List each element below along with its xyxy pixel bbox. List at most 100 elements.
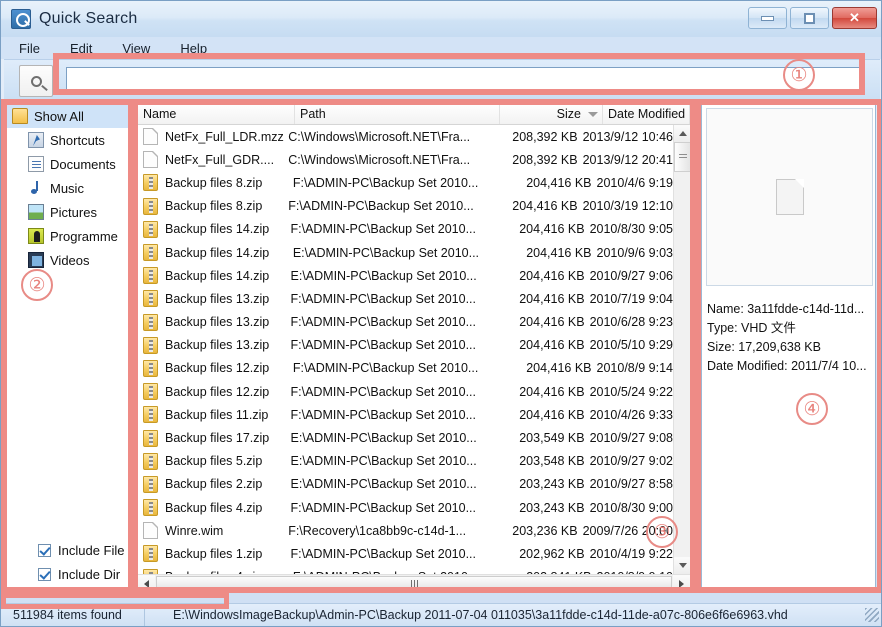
table-row[interactable]: Backup files 4.zip F:\ADMIN-PC\Backup Set… — [138, 496, 673, 519]
cell-name-text: Backup files 5.zip — [165, 454, 262, 468]
scroll-up-button[interactable] — [674, 125, 691, 142]
preview-size: Size: 17,209,638 KB — [707, 338, 877, 357]
horizontal-scroll-track[interactable] — [155, 575, 673, 592]
table-row[interactable]: Backup files 13.zipF:\ADMIN-PC\Backup Se… — [138, 287, 673, 310]
cell-name-text: Backup files 13.zip — [165, 338, 269, 352]
column-header-path[interactable]: Path — [295, 104, 500, 124]
minimize-button[interactable] — [748, 7, 787, 29]
column-header-size-label: Size — [557, 107, 581, 121]
cell-path: E:\ADMIN-PC\Backup Set 2010... — [291, 477, 490, 491]
table-row[interactable]: Backup files 13.zipF:\ADMIN-PC\Backup Se… — [138, 334, 673, 357]
cell-name: NetFx_Full_LDR.mzz — [138, 128, 288, 145]
cell-size: 204,416 KB — [489, 408, 589, 422]
cell-size: 204,416 KB — [489, 269, 589, 283]
table-row[interactable]: Backup files 8.zipF:\ADMIN-PC\Backup Set… — [138, 195, 673, 218]
cell-size: 204,416 KB — [489, 315, 589, 329]
document-icon — [28, 156, 44, 172]
sidebar-item-show-all[interactable]: Show All — [6, 104, 129, 128]
sidebar-item-music[interactable]: Music — [6, 176, 129, 200]
shortcut-icon — [28, 132, 44, 148]
sidebar-item-videos[interactable]: Videos — [6, 248, 129, 272]
vertical-scroll-thumb[interactable] — [674, 142, 691, 172]
menu-bar: File Edit View Help — [1, 37, 882, 59]
sidebar-item-programme[interactable]: Programme — [6, 224, 129, 248]
maximize-button[interactable] — [790, 7, 829, 29]
table-row[interactable]: Backup files 14.zipE:\ADMIN-PC\Backup Se… — [138, 264, 673, 287]
sidebar-item-documents[interactable]: Documents — [6, 152, 129, 176]
quick-search-window: Quick Search ✕ File Edit View Help Show … — [0, 0, 882, 627]
sidebar-item-pictures[interactable]: Pictures — [6, 200, 129, 224]
menu-item-view[interactable]: View — [122, 41, 150, 56]
column-header-date-modified[interactable]: Date Modified — [603, 104, 690, 124]
close-button[interactable]: ✕ — [832, 7, 877, 29]
generic-file-icon — [143, 128, 158, 145]
annotation-marker-4: ④ — [796, 393, 828, 425]
cell-name-text: NetFx_Full_LDR.mzz — [165, 130, 284, 144]
search-button[interactable] — [19, 65, 53, 97]
search-input[interactable] — [66, 67, 863, 94]
table-row[interactable]: Backup files 14.zipE:\ADMIN-PC\Backup Se… — [138, 241, 673, 264]
cell-name-text: Backup files 4.zip — [165, 501, 262, 515]
annotation-marker-1: ① — [783, 59, 815, 91]
table-row[interactable]: Backup files 13.zipF:\ADMIN-PC\Backup Se… — [138, 311, 673, 334]
column-header-size[interactable]: Size — [500, 104, 603, 124]
include-dir-checkbox[interactable]: Include Dir — [6, 562, 129, 586]
cell-name: Backup files 14.zip — [138, 244, 293, 261]
cell-name: Backup files 2.zip — [138, 476, 291, 493]
cell-name-text: Backup files 12.zip — [165, 385, 269, 399]
checkbox-icon — [38, 544, 51, 557]
include-file-checkbox[interactable]: Include File — [6, 538, 129, 562]
cell-path: E:\ADMIN-PC\Backup Set 2010... — [291, 454, 490, 468]
cell-size: 203,236 KB — [484, 524, 583, 538]
menu-item-edit[interactable]: Edit — [70, 41, 92, 56]
scroll-down-button[interactable] — [674, 557, 691, 574]
video-icon — [28, 252, 44, 268]
vertical-scrollbar[interactable] — [673, 125, 690, 574]
cell-name: Backup files 13.zip — [138, 290, 291, 307]
checkbox-icon — [38, 568, 51, 581]
scroll-right-button[interactable] — [673, 575, 690, 592]
cell-path: F:\ADMIN-PC\Backup Set 2010... — [293, 361, 495, 375]
horizontal-scrollbar[interactable] — [138, 574, 690, 592]
zip-file-icon — [143, 453, 158, 470]
table-row[interactable]: Backup files 12.zipF:\ADMIN-PC\Backup Se… — [138, 357, 673, 380]
column-header-name[interactable]: Name — [138, 104, 295, 124]
table-row[interactable]: Backup files 4.zipF:\ADMIN-PC\Backup Set… — [138, 566, 673, 574]
zip-file-icon — [143, 314, 158, 331]
cell-name: Backup files 12.zip — [138, 360, 293, 377]
sidebar-item-label: Programme — [50, 229, 118, 244]
menu-item-help[interactable]: Help — [180, 41, 207, 56]
resize-grip-icon[interactable] — [865, 608, 879, 622]
cell-path: F:\ADMIN-PC\Backup Set 2010... — [291, 501, 490, 515]
cell-date-modified: 2010/9/27 9:06 — [590, 269, 673, 283]
generic-file-icon — [143, 151, 158, 168]
table-row[interactable]: Backup files 1.zipF:\ADMIN-PC\Backup Set… — [138, 542, 673, 565]
table-row[interactable]: Backup files 14.zipF:\ADMIN-PC\Backup Se… — [138, 218, 673, 241]
sidebar-item-shortcuts[interactable]: Shortcuts — [6, 128, 129, 152]
cell-size: 203,243 KB — [489, 477, 589, 491]
table-row[interactable]: Backup files 11.zipF:\ADMIN-PC\Backup Se… — [138, 403, 673, 426]
table-row[interactable]: Backup files 17.zipE:\ADMIN-PC\Backup Se… — [138, 426, 673, 449]
cell-path: F:\ADMIN-PC\Backup Set 2010... — [291, 385, 490, 399]
cell-date-modified: 2010/9/27 9:08 — [590, 431, 673, 445]
table-row[interactable]: Winre.wimF:\Recovery\1ca8bb9c-c14d-1...2… — [138, 519, 673, 542]
sidebar-item-label: Music — [50, 181, 84, 196]
horizontal-scroll-thumb[interactable] — [156, 576, 672, 592]
cell-name-text: Backup files 14.zip — [165, 222, 269, 236]
cell-size: 202,962 KB — [489, 547, 589, 561]
table-row[interactable]: NetFx_Full_LDR.mzzC:\Windows\Microsoft.N… — [138, 125, 673, 148]
cell-path: F:\ADMIN-PC\Backup Set 2010... — [291, 408, 490, 422]
cell-name: Backup files 4.zip — [138, 499, 291, 516]
table-row[interactable]: NetFx_Full_GDR....C:\Windows\Microsoft.N… — [138, 148, 673, 171]
scroll-left-button[interactable] — [138, 575, 155, 592]
table-row[interactable]: Backup files 12.zip F:\ADMIN-PC\Backup Se… — [138, 380, 673, 403]
zip-file-icon — [143, 383, 158, 400]
list-header: Name Path Size Date Modified — [138, 104, 690, 125]
table-row[interactable]: Backup files 5.zip E:\ADMIN-PC\Backup Set… — [138, 450, 673, 473]
window-title: Quick Search — [39, 10, 137, 28]
cell-size: 204,416 KB — [489, 385, 589, 399]
cell-path: E:\ADMIN-PC\Backup Set 2010... — [291, 431, 490, 445]
menu-item-file[interactable]: File — [19, 41, 40, 56]
table-row[interactable]: Backup files 2.zipE:\ADMIN-PC\Backup Set… — [138, 473, 673, 496]
table-row[interactable]: Backup files 8.zipF:\ADMIN-PC\Backup Set… — [138, 171, 673, 194]
